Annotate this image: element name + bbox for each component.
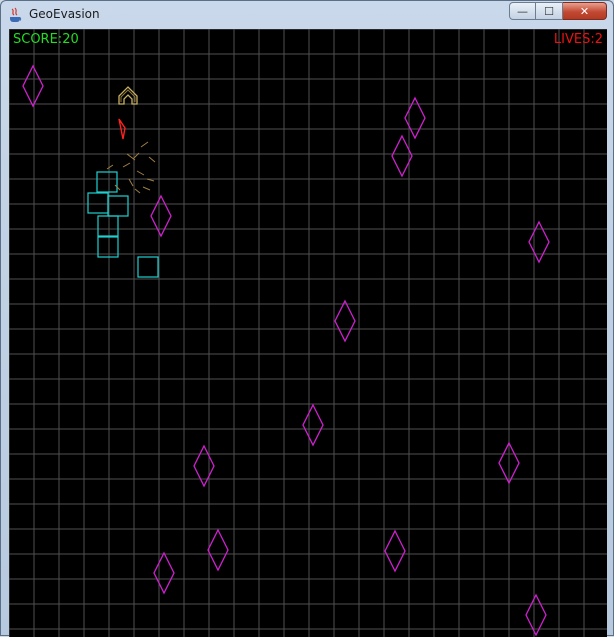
diamond-enemy xyxy=(207,528,229,572)
explosion-debris xyxy=(106,141,156,194)
grid xyxy=(9,29,607,637)
title-bar[interactable]: GeoEvasion — ☐ ✕ xyxy=(1,1,613,29)
cyan-squares xyxy=(87,171,159,278)
close-icon: ✕ xyxy=(579,4,590,18)
debris-spark xyxy=(136,170,145,176)
game-canvas[interactable]: SCORE:20 LIVES:2 xyxy=(9,29,607,637)
diamond-enemy xyxy=(302,403,324,447)
debris-spark xyxy=(140,141,149,148)
diamond-enemy xyxy=(150,194,172,238)
lives-display: LIVES:2 xyxy=(553,32,603,47)
debris-spark xyxy=(122,162,131,168)
diamond-enemy xyxy=(193,444,215,488)
diamond-enemy xyxy=(153,551,175,595)
cyan-square xyxy=(97,215,119,237)
window-controls: — ☐ ✕ xyxy=(509,2,607,21)
diamond-enemy xyxy=(22,64,44,108)
enemies xyxy=(22,64,550,637)
debris-spark xyxy=(106,164,114,170)
debris-spark xyxy=(134,188,141,194)
diamond-enemy xyxy=(528,220,550,264)
maximize-icon: ☐ xyxy=(544,4,554,18)
game-field xyxy=(9,29,607,637)
cyan-square xyxy=(87,192,109,214)
window-title: GeoEvasion xyxy=(29,7,100,21)
cyan-square xyxy=(107,195,129,217)
game-window: GeoEvasion — ☐ ✕ SCORE:20 LIVES:2 xyxy=(0,0,614,637)
close-button[interactable]: ✕ xyxy=(563,2,607,20)
debris-spark xyxy=(128,178,134,187)
java-app-icon xyxy=(10,7,22,22)
minimize-button[interactable]: — xyxy=(509,2,536,20)
maximize-button[interactable]: ☐ xyxy=(536,2,563,20)
diamond-enemy xyxy=(384,529,406,573)
debris-spark xyxy=(142,186,151,191)
score-display: SCORE:20 xyxy=(13,32,79,47)
cyan-square xyxy=(137,256,159,278)
debris-spark xyxy=(148,156,156,163)
minimize-icon: — xyxy=(517,4,528,18)
diamond-enemy xyxy=(334,299,356,343)
cyan-square xyxy=(96,171,118,193)
